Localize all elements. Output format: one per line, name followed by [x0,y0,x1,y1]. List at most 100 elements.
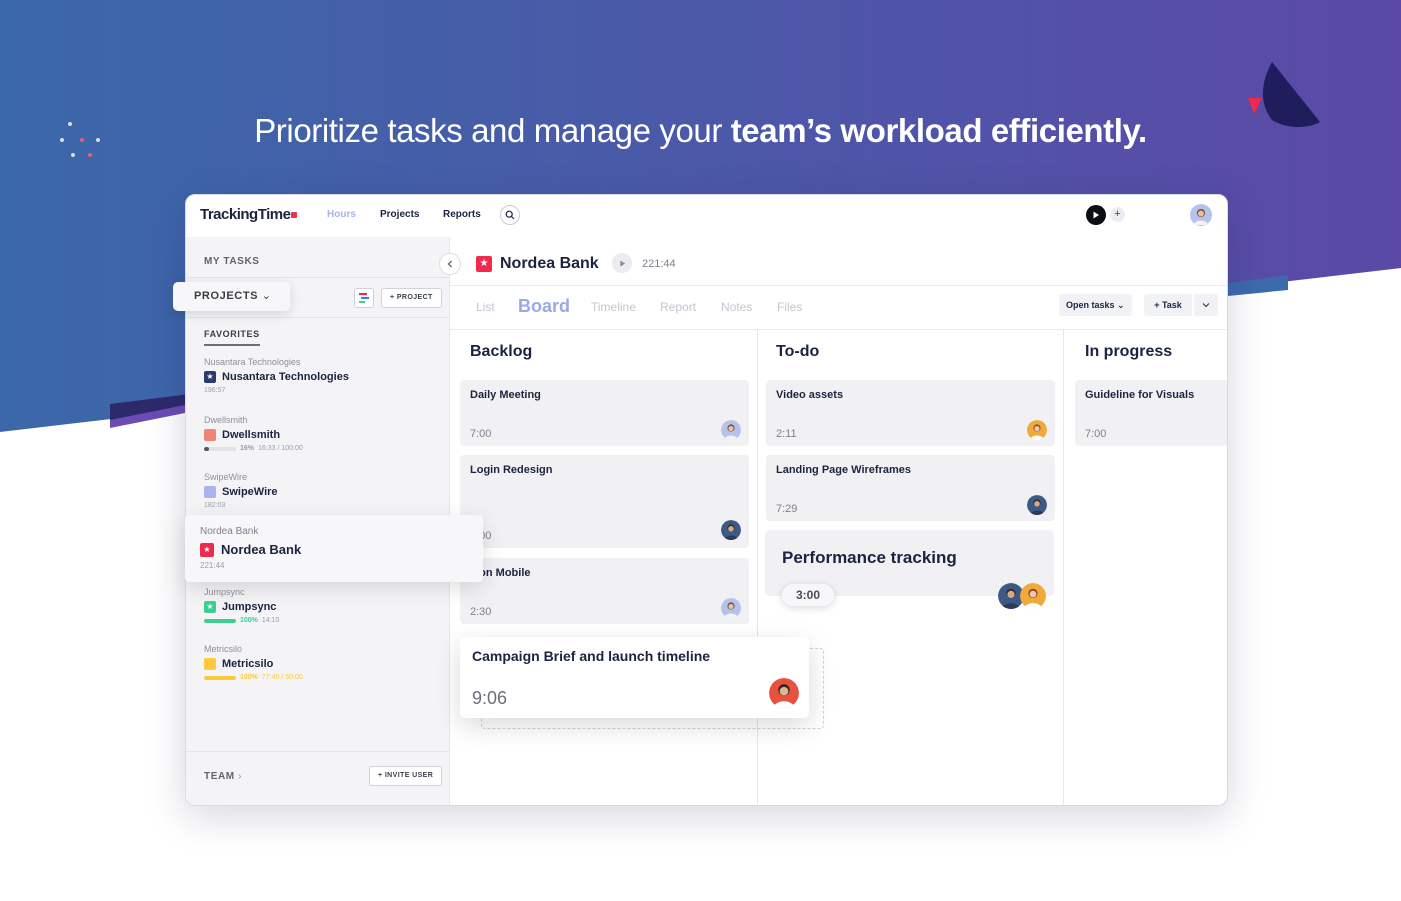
task-card[interactable]: Guideline for Visuals 7:00 [1075,380,1227,446]
project-meta: 182:03 [204,502,226,509]
running-timer[interactable]: 3:00 [782,584,834,606]
progress-bar [204,446,236,451]
task-card[interactable]: Landing Page Wireframes 7:29 [766,455,1055,521]
tab-notes[interactable]: Notes [721,300,752,314]
assignee-avatar[interactable] [1020,583,1046,609]
user-avatar[interactable] [1190,204,1212,231]
assignee-avatar[interactable] [721,598,741,618]
task-duration: 9:06 [472,688,508,708]
task-title: Video assets [776,389,844,401]
project-meta: 196:57 [204,387,226,394]
project-title: ★ Nordea Bank [476,255,599,273]
task-title: Landing Page Wireframes [776,464,911,476]
task-title: Login Redesign [470,464,553,476]
divider [450,329,1227,330]
tab-files[interactable]: Files [777,300,802,314]
project-item-metricsilo[interactable]: Metricsilo Metricsilo 100% 77:40 / 50:00 [204,644,444,681]
star-icon: ★ [476,256,492,272]
assignee-avatar[interactable] [1027,495,1047,515]
task-card[interactable]: Daily Meeting 7:00 [460,380,749,446]
projects-dropdown[interactable]: PROJECTS ⌄ [173,282,290,311]
search-icon [505,210,515,220]
invite-user-button[interactable]: + INVITE USER [369,766,443,786]
star-icon: ★ [200,542,214,557]
project-total-time: 221:44 [642,258,676,270]
project-item-swipewire[interactable]: SwipeWire SwipeWire 182:03 [204,472,444,509]
project-name: ★ Nusantara Technologies [204,371,444,383]
task-duration: 2:11 [776,428,797,440]
project-play-button[interactable] [612,253,632,273]
collapse-sidebar-button[interactable] [439,253,461,275]
nav-projects[interactable]: Projects [380,209,419,220]
project-meta: 16% 16:33 / 100:00 [204,445,444,452]
project-client: Jumpsync [204,587,245,597]
progress-bar [204,618,236,623]
gantt-icon [359,293,369,303]
task-card[interactable]: Video assets 2:11 [766,380,1055,446]
divider [186,751,450,752]
tab-list[interactable]: List [476,300,495,314]
project-item-jumpsync[interactable]: Jumpsync ★ Jumpsync 100% 14:10 [204,587,444,624]
tab-timeline[interactable]: Timeline [591,300,636,314]
star-icon: ★ [204,601,216,613]
task-duration: 7:00 [1085,428,1107,440]
team-link[interactable]: TEAM › [204,771,242,782]
column-divider [1063,329,1064,805]
task-title: Performance tracking [782,548,957,567]
task-duration: 7:00 [470,428,492,440]
dragged-task-card[interactable]: Campaign Brief and launch timeline 9:06 [460,637,809,718]
project-client: SwipeWire [204,472,248,482]
play-icon [619,259,625,267]
project-client: Nusantara Technologies [204,357,301,367]
task-options-button[interactable] [1194,294,1218,316]
project-color-swatch [204,486,216,498]
tab-report[interactable]: Report [660,300,696,314]
top-bar: TrackingTime Hours Projects Reports + [186,195,1227,237]
task-card[interactable]: Login Redesign 7:00 [460,455,749,548]
column-title-backlog: Backlog [470,343,533,360]
global-play-button[interactable] [1086,205,1106,225]
add-button[interactable]: + [1110,207,1125,222]
task-title: Campaign Brief and launch timeline [472,648,711,664]
tab-board[interactable]: Board [518,296,570,317]
project-client: Dwellsmith [204,415,248,425]
assignee-avatar[interactable] [721,520,741,540]
task-duration: 7:29 [776,503,798,515]
page: Prioritize tasks and manage your team’s … [0,0,1401,901]
project-meta: 221:44 [200,561,225,570]
brand-dot-icon [291,212,298,218]
assignee-avatar[interactable] [721,420,741,440]
divider [186,317,450,318]
column-divider [757,329,758,805]
task-card[interactable]: Icon Mobile 2:30 [460,558,749,624]
chevron-right-icon: › [238,771,243,782]
project-item-nusantara[interactable]: Nusantara Technologies ★ Nusantara Techno… [204,357,444,394]
star-icon: ★ [204,371,216,383]
gantt-view-button[interactable] [354,288,374,308]
project-item-dwellsmith[interactable]: Dwellsmith Dwellsmith 16% 16:33 / 100:00 [204,415,444,452]
search-button[interactable] [500,205,520,225]
column-title-in-progress: In progress [1085,343,1173,360]
favorites-tab[interactable]: FAVORITES [204,329,260,346]
project-name: ★ Nordea Bank [200,542,301,557]
assignee-avatar[interactable] [769,678,799,708]
project-name: ★ Jumpsync [204,601,444,613]
play-icon [1093,211,1099,219]
dragged-project-item[interactable]: Nordea Bank ★ Nordea Bank 221:44 [185,515,483,582]
brand-logo[interactable]: TrackingTime [200,206,298,223]
my-tasks-heading[interactable]: MY TASKS [204,256,260,267]
open-tasks-dropdown[interactable]: Open tasks ⌄ [1059,294,1132,316]
add-project-button[interactable]: + PROJECT [381,288,442,308]
divider [186,277,450,278]
add-task-button[interactable]: + Task [1144,294,1192,316]
column-title-todo: To-do [776,343,820,360]
assignee-avatar[interactable] [1027,420,1047,440]
nav-hours[interactable]: Hours [327,209,356,220]
chevron-left-icon [447,260,452,268]
project-name: Metricsilo [204,658,444,670]
project-name: Dwellsmith [204,429,444,441]
hero-headline: Prioritize tasks and manage your team’s … [254,112,1147,149]
nav-reports[interactable]: Reports [443,209,481,220]
task-title: Daily Meeting [470,389,541,401]
project-name: SwipeWire [204,486,444,498]
